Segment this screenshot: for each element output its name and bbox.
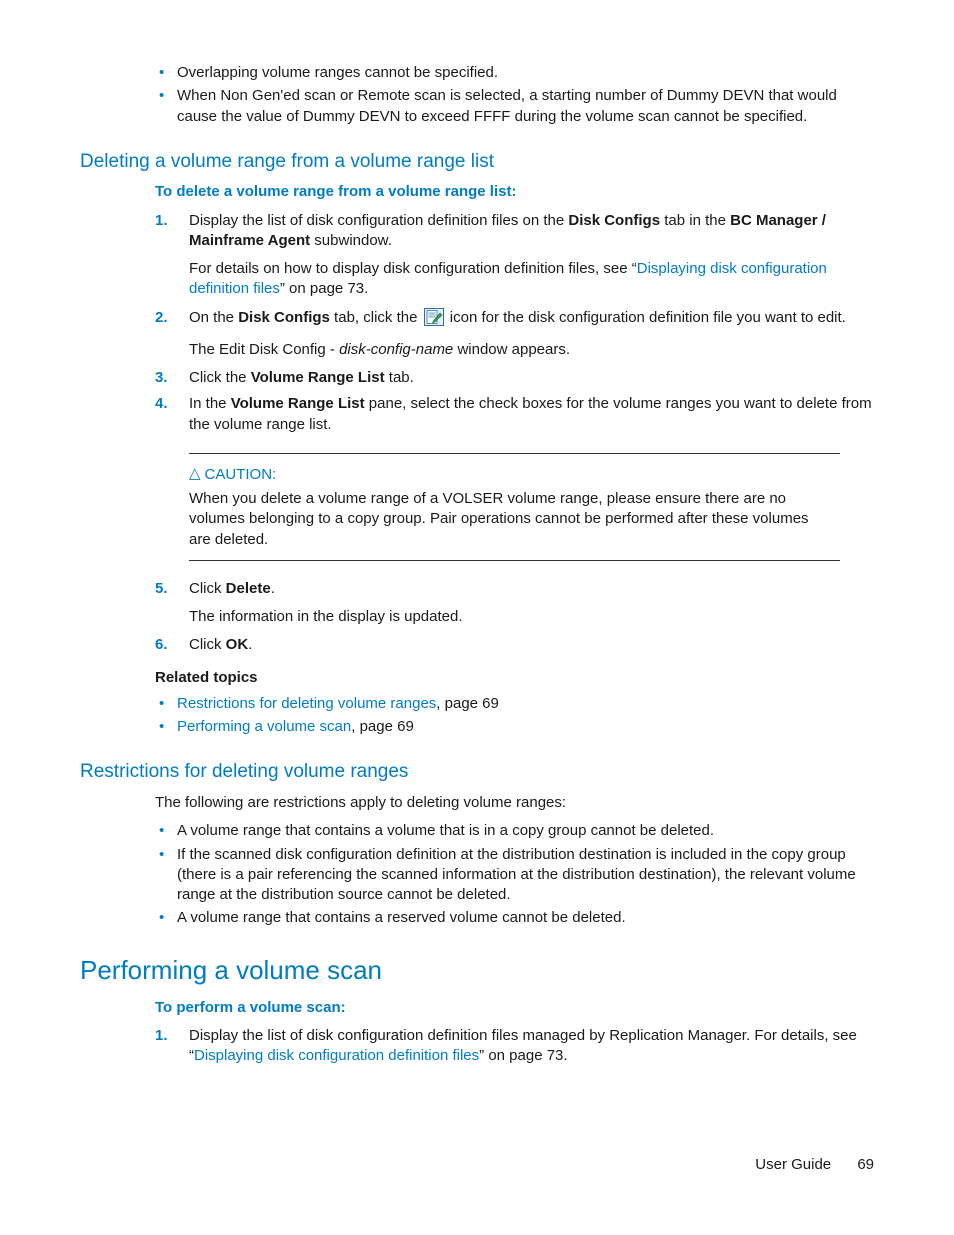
step-1: 1. Display the list of disk configuratio… — [155, 211, 874, 300]
body-text: On the Disk Configs tab, click the — [189, 309, 846, 326]
body-text: A volume range that contains a volume th… — [177, 822, 714, 839]
restrictions-list: A volume range that contains a volume th… — [155, 821, 874, 928]
intro-bullet-list: Overlapping volume ranges cannot be spec… — [155, 63, 874, 127]
body-text: Display the list of disk configuration d… — [189, 1027, 857, 1064]
footer-label: User Guide — [755, 1156, 831, 1173]
step-number: 1. — [155, 1026, 168, 1046]
step-number: 5. — [155, 579, 168, 599]
page-number: 69 — [857, 1156, 874, 1173]
section-heading-deleting-volume-range: Deleting a volume range from a volume ra… — [80, 149, 874, 175]
body-text: When Non Gen'ed scan or Remote scan is s… — [177, 87, 837, 124]
procedure-steps-cont: 5. Click Delete. The information in the … — [155, 579, 874, 656]
body-text: Display the list of disk configuration d… — [189, 212, 826, 249]
body-text: The following are restrictions apply to … — [155, 793, 874, 813]
document-page: Overlapping volume ranges cannot be spec… — [0, 0, 954, 1235]
caution-box: △CAUTION: When you delete a volume range… — [189, 453, 840, 561]
list-item: Restrictions for deleting volume ranges,… — [155, 694, 874, 714]
step-4: 4. In the Volume Range List pane, select… — [155, 394, 874, 435]
list-item: Performing a volume scan, page 69 — [155, 717, 874, 737]
body-text: For details on how to display disk confi… — [189, 259, 874, 300]
page-footer: User Guide 69 — [755, 1155, 874, 1175]
step-number: 4. — [155, 394, 168, 414]
list-item: A volume range that contains a volume th… — [155, 821, 874, 841]
step-number: 2. — [155, 308, 168, 328]
step-number: 1. — [155, 211, 168, 231]
body-text: Click Delete. — [189, 580, 275, 597]
section-heading-restrictions: Restrictions for deleting volume ranges — [80, 759, 874, 785]
caution-text: When you delete a volume range of a VOLS… — [189, 489, 834, 550]
step-number: 6. — [155, 635, 168, 655]
procedure-steps: 1. Display the list of disk configuratio… — [155, 211, 874, 435]
step-number: 3. — [155, 368, 168, 388]
step-2: 2. On the Disk Configs tab, click the — [155, 308, 874, 361]
body-text: In the Volume Range List pane, select th… — [189, 395, 872, 432]
step-1: 1. Display the list of disk configuratio… — [155, 1026, 874, 1067]
link-restrictions-deleting[interactable]: Restrictions for deleting volume ranges — [177, 695, 436, 712]
list-item: A volume range that contains a reserved … — [155, 908, 874, 928]
list-item: Overlapping volume ranges cannot be spec… — [155, 63, 874, 83]
body-text: If the scanned disk configuration defini… — [177, 846, 856, 904]
edit-document-icon — [424, 308, 444, 332]
procedure-steps-scan: 1. Display the list of disk configuratio… — [155, 1026, 874, 1067]
body-text: Click the Volume Range List tab. — [189, 369, 414, 386]
related-topics-heading: Related topics — [155, 668, 874, 688]
procedure-heading: To delete a volume range from a volume r… — [155, 182, 874, 202]
procedure-heading: To perform a volume scan: — [155, 998, 874, 1018]
warning-triangle-icon: △ — [189, 464, 201, 484]
step-3: 3. Click the Volume Range List tab. — [155, 368, 874, 388]
step-6: 6. Click OK. — [155, 635, 874, 655]
list-item: If the scanned disk configuration defini… — [155, 845, 874, 906]
body-text: The Edit Disk Config - disk-config-name … — [189, 340, 874, 360]
body-text: Click OK. — [189, 636, 252, 653]
related-topics-list: Restrictions for deleting volume ranges,… — [155, 694, 874, 738]
link-displaying-disk-config-files[interactable]: Displaying disk configuration definition… — [194, 1047, 479, 1064]
body-text: A volume range that contains a reserved … — [177, 909, 626, 926]
body-text: Overlapping volume ranges cannot be spec… — [177, 64, 498, 81]
caution-label: △CAUTION: — [189, 464, 834, 485]
step-5: 5. Click Delete. The information in the … — [155, 579, 874, 628]
link-performing-volume-scan[interactable]: Performing a volume scan — [177, 718, 351, 735]
page-body: Overlapping volume ranges cannot be spec… — [155, 63, 874, 1066]
list-item: When Non Gen'ed scan or Remote scan is s… — [155, 86, 874, 127]
body-text: The information in the display is update… — [189, 607, 874, 627]
section-heading-performing-scan: Performing a volume scan — [80, 953, 874, 988]
